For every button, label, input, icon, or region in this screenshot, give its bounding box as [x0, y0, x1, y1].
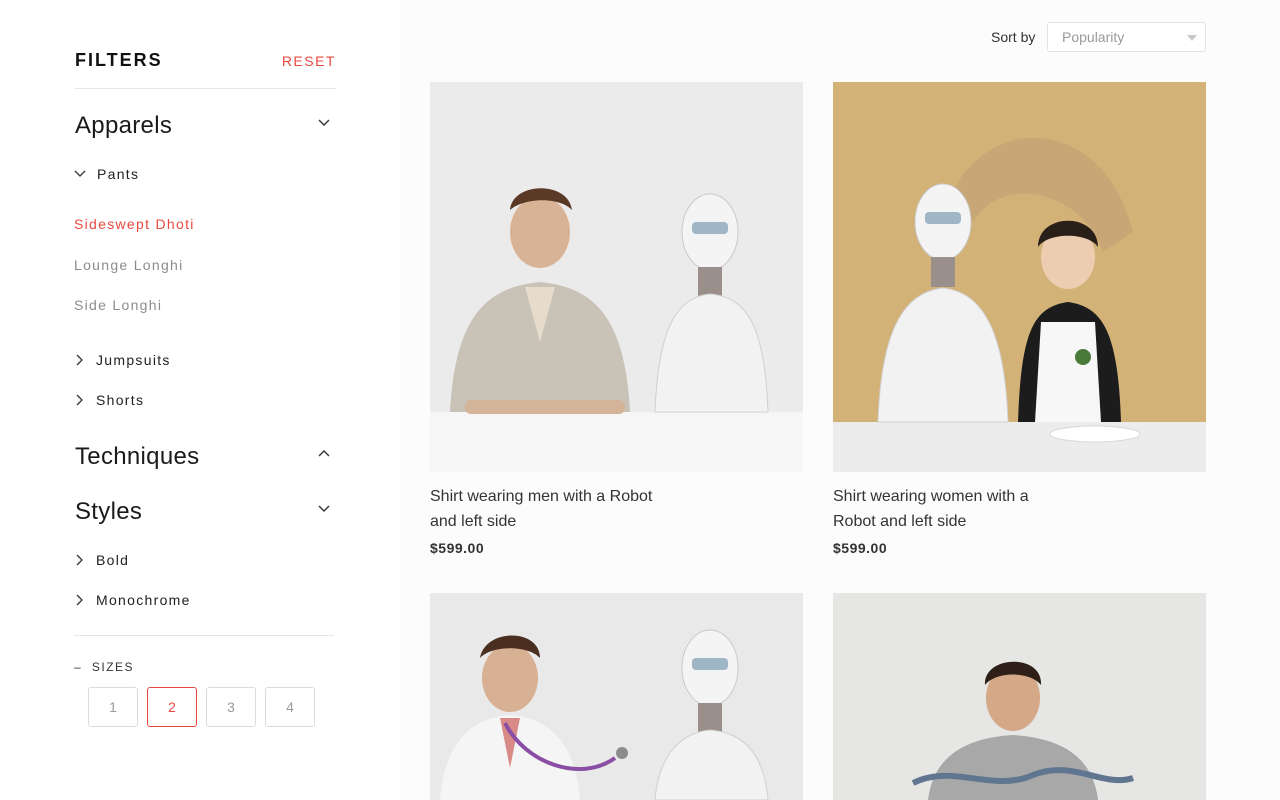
- product-price: $599.00: [833, 540, 888, 556]
- chevron-right-icon: [74, 554, 86, 566]
- product-image[interactable]: [430, 593, 803, 800]
- chevron-down-icon: [74, 168, 86, 180]
- filter-option-lounge-longhi[interactable]: Lounge Longhi: [74, 257, 184, 273]
- chevron-right-icon: [74, 354, 86, 366]
- chevron-right-icon: [74, 394, 86, 406]
- filter-item-monochrome[interactable]: Monochrome: [74, 590, 191, 610]
- product-title[interactable]: Shirt wearing women with a Robot and lef…: [833, 484, 1063, 534]
- size-option-1[interactable]: 1: [88, 687, 138, 727]
- product-image[interactable]: [833, 593, 1206, 800]
- filter-item-label: Bold: [96, 552, 130, 568]
- reset-button[interactable]: RESET: [282, 53, 336, 69]
- section-apparels-title[interactable]: Apparels: [75, 112, 172, 140]
- section-styles-title[interactable]: Styles: [75, 498, 142, 526]
- chevron-up-icon[interactable]: [316, 446, 332, 462]
- chevron-down-icon[interactable]: [316, 115, 332, 131]
- sort-value: Popularity: [1062, 29, 1125, 45]
- sort-label: Sort by: [991, 29, 1036, 45]
- filters-sidebar: FILTERS RESET Apparels Pants Sideswept D…: [0, 0, 400, 800]
- filter-item-label: Monochrome: [96, 592, 191, 608]
- product-title[interactable]: Shirt wearing men with a Robot and left …: [430, 484, 660, 534]
- filter-item-shorts[interactable]: Shorts: [74, 390, 144, 410]
- filter-option-sideswept-dhoti[interactable]: Sideswept Dhoti: [74, 216, 195, 232]
- minus-icon: –: [74, 660, 83, 674]
- filter-item-jumpsuits[interactable]: Jumpsuits: [74, 350, 171, 370]
- product-image[interactable]: [430, 82, 803, 472]
- section-techniques-title[interactable]: Techniques: [75, 443, 199, 471]
- filter-item-label: Pants: [97, 166, 140, 182]
- size-option-3[interactable]: 3: [206, 687, 256, 727]
- filters-title: FILTERS: [75, 50, 163, 70]
- product-grid-area: Sort by Popularity Shirt wearing men wit…: [400, 0, 1280, 800]
- filter-item-label: Jumpsuits: [96, 352, 171, 368]
- chevron-down-icon[interactable]: [316, 501, 332, 517]
- sizes-toggle[interactable]: – SIZES: [74, 660, 134, 674]
- product-listing-page: FILTERS RESET Apparels Pants Sideswept D…: [0, 0, 1280, 800]
- size-option-2[interactable]: 2: [147, 687, 197, 727]
- product-image[interactable]: [833, 82, 1206, 472]
- filters-header: FILTERS RESET: [75, 50, 336, 89]
- sizes-label: SIZES: [91, 660, 135, 674]
- filter-item-bold[interactable]: Bold: [74, 550, 129, 570]
- size-option-4[interactable]: 4: [265, 687, 315, 727]
- divider: [74, 635, 334, 636]
- filter-item-pants[interactable]: Pants: [74, 164, 139, 184]
- chevron-right-icon: [74, 594, 86, 606]
- filter-option-side-longhi[interactable]: Side Longhi: [74, 297, 162, 313]
- caret-down-icon: [1187, 35, 1197, 41]
- product-price: $599.00: [430, 540, 485, 556]
- sort-select[interactable]: Popularity: [1047, 22, 1206, 52]
- filter-item-label: Shorts: [96, 392, 145, 408]
